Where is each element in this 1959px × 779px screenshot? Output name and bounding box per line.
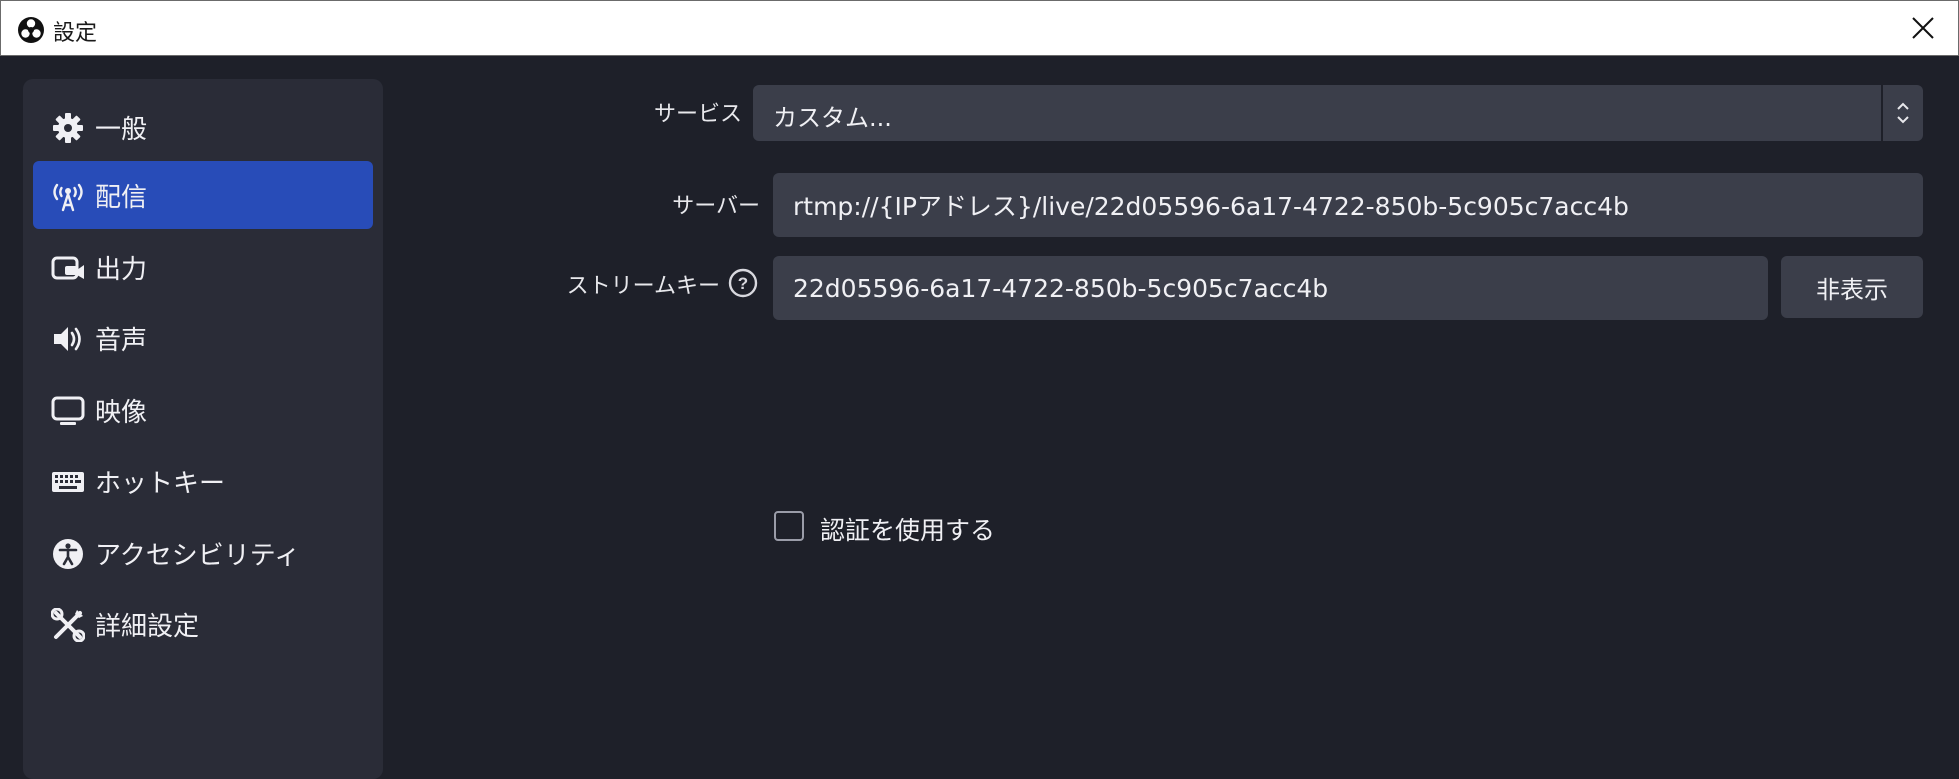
gear-icon (53, 113, 83, 143)
tools-icon (51, 608, 85, 642)
select-divider (1881, 85, 1883, 141)
chevron-updown-icon (1897, 102, 1909, 124)
sidebar-item-label: 出力 (95, 254, 148, 285)
sidebar-item-label: アクセシビリティ (95, 540, 301, 571)
sidebar-item-general[interactable]: 一般 (33, 93, 373, 161)
stream-key-label: ストリームキー (566, 274, 720, 299)
sidebar-item-label: 詳細設定 (95, 611, 200, 642)
output-camera-icon (51, 256, 84, 280)
accessibility-icon (53, 539, 83, 569)
use-auth-checkbox[interactable] (774, 511, 804, 541)
use-auth-label: 認証を使用する (820, 516, 996, 545)
sidebar-item-stream[interactable]: 配信 (33, 161, 373, 229)
speaker-icon (54, 327, 81, 351)
stream-key-input[interactable]: 22d05596-6a17-4722-850b-5c905c7acc4b (773, 256, 1768, 320)
svg-text:?: ? (738, 274, 748, 293)
sidebar-item-audio[interactable]: 音声 (33, 304, 373, 372)
sidebar-item-label: 音声 (95, 325, 148, 356)
obs-logo-icon (18, 17, 44, 43)
title-bar: 設定 (0, 0, 1959, 56)
help-icon[interactable]: ? (728, 268, 758, 298)
sidebar-item-label: 一般 (95, 114, 148, 145)
sidebar-item-label: ホットキー (95, 468, 226, 499)
server-input[interactable]: rtmp://{IPアドレス}/live/22d05596-6a17-4722-… (773, 173, 1923, 237)
close-button[interactable] (1888, 1, 1958, 55)
sidebar-item-label: 映像 (95, 397, 148, 428)
sidebar-item-hotkeys[interactable]: ホットキー (33, 447, 373, 515)
sidebar-item-accessibility[interactable]: アクセシビリティ (33, 519, 373, 587)
hide-key-button[interactable]: 非表示 (1781, 256, 1923, 318)
service-select[interactable]: カスタム... (753, 85, 1923, 141)
keyboard-icon (52, 472, 84, 492)
window-title: 設定 (53, 21, 98, 46)
close-icon (1912, 17, 1934, 39)
sidebar-item-output[interactable]: 出力 (33, 233, 373, 301)
service-label: サービス (653, 102, 742, 127)
server-label: サーバー (672, 194, 760, 219)
sidebar-item-video[interactable]: 映像 (33, 376, 373, 444)
sidebar-item-label: 配信 (95, 182, 148, 213)
sidebar-item-advanced[interactable]: 詳細設定 (33, 590, 373, 658)
antenna-icon (53, 183, 83, 212)
monitor-icon (51, 396, 85, 425)
settings-sidebar: 一般 配信 出力 音声 映像 ホットキー アクセシビリティ 詳細設定 (23, 79, 383, 779)
service-select-value: カスタム... (773, 104, 892, 132)
